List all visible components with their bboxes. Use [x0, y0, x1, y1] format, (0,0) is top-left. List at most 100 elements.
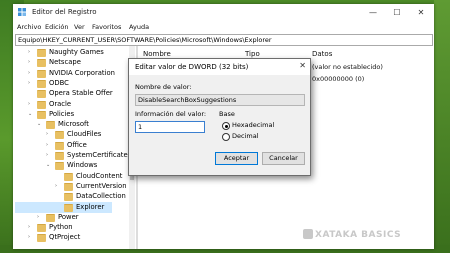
tree-item-label: DataCollection [76, 192, 126, 201]
title-bar: Editor del Registro — ☐ ✕ [13, 4, 434, 21]
tree-expander-icon[interactable]: › [37, 214, 42, 220]
folder-icon [64, 193, 73, 202]
tree-expander-icon[interactable]: ⌄ [46, 163, 51, 168]
tree-expander-icon[interactable]: › [28, 80, 33, 86]
value-data-label: Información del valor: [135, 110, 207, 118]
folder-icon [46, 213, 55, 222]
folder-icon [37, 100, 46, 109]
tree-expander-icon[interactable]: › [28, 60, 33, 65]
registry-app-icon [18, 8, 26, 16]
tree-expander-icon[interactable]: › [28, 50, 33, 55]
folder-icon [64, 203, 73, 212]
tree-item-label: CurrentVersion [76, 181, 127, 190]
menu-edicion[interactable]: Edición [45, 23, 69, 31]
tree-item-label: Microsoft [58, 120, 89, 129]
radio-hexadecimal[interactable] [222, 122, 230, 130]
folder-icon [55, 131, 64, 140]
tree-item-label: Windows [67, 161, 98, 170]
folder-icon [55, 162, 64, 171]
maximize-button[interactable]: ☐ [386, 6, 408, 19]
tree-item-label: Netscape [49, 58, 81, 67]
tree-expander-icon[interactable] [55, 205, 60, 210]
close-button[interactable]: ✕ [410, 6, 432, 19]
folder-icon [64, 172, 73, 181]
radio-decimal[interactable] [222, 133, 230, 141]
tree-item[interactable]: › QtProject [15, 232, 129, 243]
tree-item-label: SystemCertificates [67, 151, 132, 159]
minimize-button[interactable]: — [362, 6, 384, 19]
folder-icon [64, 182, 73, 191]
dialog-title: Editar valor de DWORD (32 bits) [135, 63, 249, 71]
value-data-text: 1 [138, 123, 143, 131]
accept-button[interactable]: Aceptar [215, 152, 258, 165]
value-name-field: DisableSearchBoxSuggestions [135, 94, 305, 106]
column-header-data[interactable]: Datos [312, 50, 332, 58]
tree-item-label: Policies [49, 109, 75, 118]
dialog-title-bar: Editar valor de DWORD (32 bits) ✕ [129, 59, 310, 75]
value-row-data[interactable]: 0x00000000 (0) [312, 75, 364, 83]
folder-icon [37, 90, 46, 99]
folder-icon [37, 224, 46, 233]
window-title: Editor del Registro [32, 8, 97, 16]
value-data-input[interactable]: 1 [135, 121, 205, 133]
menu-bar: Archivo Edición Ver Favoritos Ayuda [13, 21, 434, 32]
tree-item-label: CloudContent [76, 171, 123, 180]
tree-expander-icon[interactable]: › [28, 225, 33, 230]
tree-expander-icon[interactable]: ⌄ [37, 122, 42, 127]
value-name-label: Nombre de valor: [135, 83, 192, 91]
radio-decimal-label[interactable]: Decimal [232, 132, 259, 140]
folder-icon [55, 141, 64, 150]
column-header-type[interactable]: Tipo [245, 50, 260, 58]
cancel-button[interactable]: Cancelar [262, 152, 305, 165]
folder-icon [37, 110, 46, 119]
tree-expander-icon[interactable]: › [28, 101, 33, 107]
tree-item-label: CloudFiles [67, 130, 102, 139]
base-label: Base [219, 110, 235, 118]
menu-favoritos[interactable]: Favoritos [92, 23, 121, 31]
address-path: Equipo\HKEY_CURRENT_USER\SOFTWARE\Polici… [18, 36, 272, 44]
watermark-logo-icon [303, 229, 313, 239]
value-name-text: DisableSearchBoxSuggestions [138, 96, 237, 104]
tree-item-label: NVIDIA Corporation [49, 68, 115, 77]
tree-item-label: Opera Stable Offer [49, 89, 113, 98]
folder-icon [37, 69, 46, 78]
tree-expander-icon[interactable]: › [28, 70, 33, 76]
tree-expander-icon[interactable]: › [28, 235, 33, 240]
folder-icon [37, 49, 46, 57]
tree-expander-icon[interactable]: › [55, 183, 60, 189]
radio-hexadecimal-label[interactable]: Hexadecimal [232, 121, 274, 129]
tree-item-label: Oracle [49, 99, 72, 108]
tree-item-label: Office [67, 140, 87, 149]
tree-expander-icon[interactable]: ⌄ [28, 111, 33, 117]
menu-archivo[interactable]: Archivo [17, 23, 41, 31]
tree-item-label: Explorer [76, 202, 105, 211]
tree-item-label: Python [49, 223, 73, 232]
registry-tree: › Naughty Games › Netscape › NVIDIA Corporati… [15, 46, 135, 249]
tree-expander-icon[interactable]: › [46, 132, 51, 137]
tree-expander-icon[interactable] [55, 174, 60, 179]
folder-icon [46, 121, 55, 130]
edit-dword-dialog: Editar valor de DWORD (32 bits) ✕ Nombre… [128, 58, 311, 176]
dialog-close-icon[interactable]: ✕ [299, 61, 306, 70]
watermark-text: XATAKA BASICS [315, 230, 402, 240]
column-header-name[interactable]: Nombre [143, 50, 171, 58]
menu-ayuda[interactable]: Ayuda [129, 23, 149, 31]
tree-item-label: Naughty Games [49, 48, 104, 56]
tree-expander-icon[interactable]: › [46, 142, 51, 148]
tree-expander-icon[interactable] [28, 91, 33, 96]
tree-expander-icon[interactable] [55, 194, 60, 199]
base-group: Base Hexadecimal Decimal [217, 110, 303, 152]
value-row-data[interactable]: (valor no establecido) [312, 63, 383, 71]
tree-expander-icon[interactable]: › [46, 153, 51, 158]
folder-icon [55, 152, 64, 160]
tree-item-label: Power [58, 212, 79, 221]
address-bar[interactable]: Equipo\HKEY_CURRENT_USER\SOFTWARE\Polici… [15, 34, 433, 46]
tree-item-label: QtProject [49, 233, 81, 242]
folder-icon [37, 59, 46, 68]
tree-item-label: ODBC [49, 78, 69, 87]
menu-ver[interactable]: Ver [74, 23, 85, 31]
folder-icon [37, 234, 46, 243]
watermark: XATAKA BASICS [303, 229, 402, 240]
desktop-background-right [434, 0, 450, 253]
folder-icon [37, 79, 46, 88]
